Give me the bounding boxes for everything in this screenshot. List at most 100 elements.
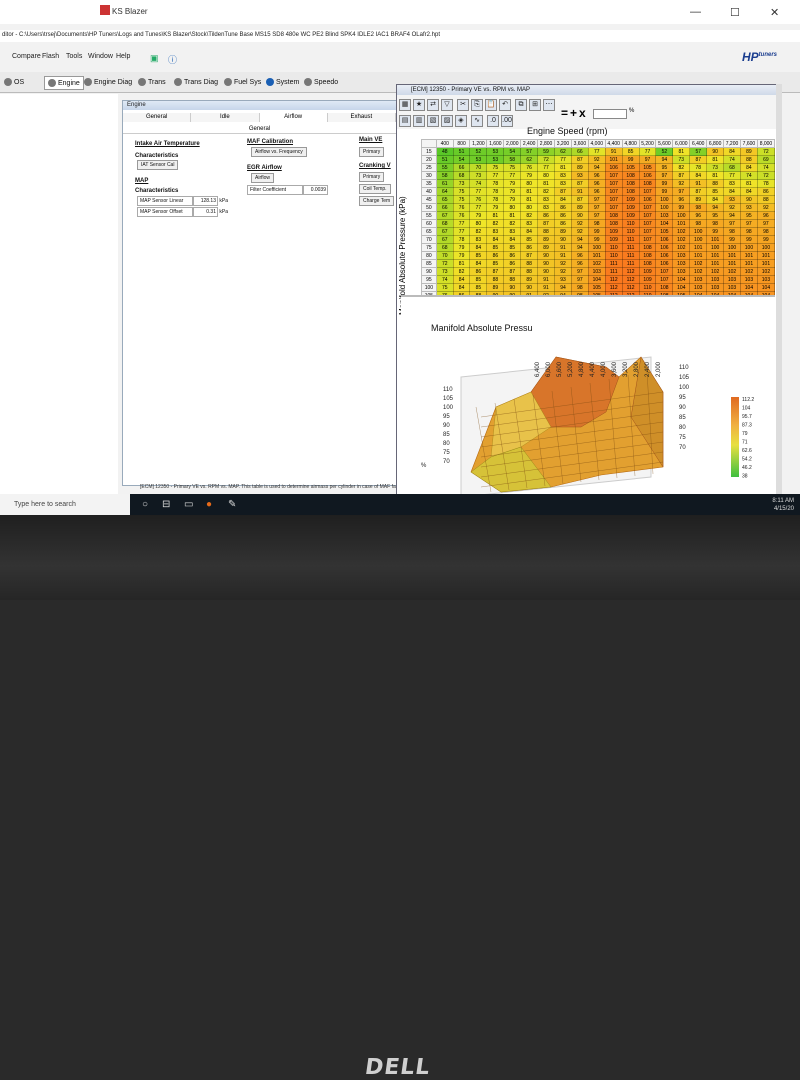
ve-cell[interactable]: 101 (604, 155, 623, 164)
ve-cell[interactable]: 83 (537, 203, 556, 212)
interpolate-icon[interactable]: ⋯ (543, 99, 555, 111)
ve-cell[interactable]: 96 (570, 259, 589, 268)
ve-cell[interactable]: 75 (486, 163, 505, 172)
ve-cell[interactable]: 57 (689, 147, 708, 156)
ve-cell[interactable]: 110 (604, 251, 623, 260)
ve-cell[interactable]: 91 (689, 179, 708, 188)
ve-cell[interactable]: 97 (655, 171, 674, 180)
ve-cell[interactable]: 100 (587, 243, 606, 252)
ve-cell[interactable]: 72 (435, 259, 454, 268)
ve-cell[interactable]: 98 (570, 283, 589, 292)
ve-cell[interactable]: 85 (469, 251, 488, 260)
ve-cell[interactable]: 109 (621, 203, 640, 212)
ve-cell[interactable]: 107 (638, 219, 657, 228)
ve-cell[interactable]: 107 (638, 203, 657, 212)
ve-cell[interactable]: 89 (570, 203, 589, 212)
ve-cell[interactable]: 99 (756, 235, 776, 244)
ve-cell[interactable]: 52 (655, 147, 674, 156)
ve-cell[interactable]: 78 (486, 187, 505, 196)
cranking-primary-button[interactable]: Primary (359, 172, 385, 182)
star-icon[interactable]: ★ (413, 99, 425, 111)
ve-cell[interactable]: 99 (723, 235, 741, 244)
rpm-header[interactable]: 5,600 (655, 139, 674, 148)
ve-cell[interactable]: 100 (689, 235, 708, 244)
ve-cell[interactable]: 108 (638, 179, 657, 188)
ve-cell[interactable]: 57 (520, 147, 539, 156)
ve-cell[interactable]: 82 (452, 267, 471, 276)
rpm-header[interactable]: 1,200 (469, 139, 488, 148)
map-sensor-offset-field[interactable]: MAP Sensor Offset 0.31 kPa (137, 207, 228, 217)
ve-cell[interactable]: 74 (469, 179, 488, 188)
equals-plus-multiply-icon[interactable]: =+x (561, 106, 588, 120)
kpa-header[interactable]: 25 (421, 163, 437, 172)
ve-cell[interactable]: 87 (689, 187, 708, 196)
ve-cell[interactable]: 76 (469, 195, 488, 204)
ve-cell[interactable]: 106 (604, 163, 623, 172)
rpm-header[interactable]: 6,800 (706, 139, 725, 148)
ve-cell[interactable]: 102 (723, 267, 741, 276)
ve-cell[interactable]: 85 (486, 243, 505, 252)
ve-cell[interactable]: 88 (756, 195, 776, 204)
ve-cell[interactable]: 108 (621, 187, 640, 196)
ve-cell[interactable]: 90 (570, 211, 589, 220)
ve-cell[interactable]: 84 (469, 259, 488, 268)
ve-cell[interactable]: 54 (503, 147, 522, 156)
ve-cell[interactable]: 98 (706, 219, 725, 228)
ve-cell[interactable]: 78 (486, 179, 505, 188)
histogram-icon[interactable]: ▧ (427, 115, 439, 127)
menu-help[interactable]: Help (116, 53, 130, 60)
ve-cell[interactable]: 84 (469, 243, 488, 252)
ve-cell[interactable]: 79 (503, 187, 522, 196)
rpm-header[interactable]: 4,800 (621, 139, 640, 148)
ve-cell[interactable]: 84 (503, 235, 522, 244)
ve-cell[interactable]: 66 (452, 163, 471, 172)
ve-cell[interactable]: 77 (723, 171, 741, 180)
modify-value-input[interactable] (593, 109, 627, 119)
ve-cell[interactable]: 111 (604, 259, 623, 268)
ve-cell[interactable]: 62 (554, 147, 572, 156)
ve-cell[interactable]: 83 (503, 227, 522, 236)
ve-cell[interactable]: 107 (655, 267, 674, 276)
ve-cell[interactable]: 104 (756, 283, 776, 292)
ve-cell[interactable]: 101 (723, 259, 741, 268)
ve-cell[interactable]: 107 (604, 171, 623, 180)
ve-cell[interactable]: 81 (706, 155, 725, 164)
ve-cell[interactable]: 94 (723, 211, 741, 220)
ve-cell[interactable]: 103 (672, 267, 691, 276)
iat-sensor-cal-button[interactable]: IAT Sensor Cal (137, 160, 179, 170)
ve-cell[interactable]: 112 (621, 267, 640, 276)
ve-cell[interactable]: 107 (604, 179, 623, 188)
ve-cell[interactable]: 93 (739, 203, 758, 212)
ve-cell[interactable]: 89 (537, 243, 556, 252)
ve-cell[interactable]: 104 (672, 275, 691, 284)
ve-cell[interactable]: 102 (739, 267, 758, 276)
ve-cell[interactable]: 93 (723, 195, 741, 204)
ve-cell[interactable]: 86 (503, 259, 522, 268)
main-ve-primary-button[interactable]: Primary (359, 147, 385, 157)
ve-cell[interactable]: 72 (537, 155, 556, 164)
rpm-header[interactable]: 6,000 (672, 139, 691, 148)
ve-cell[interactable]: 104 (739, 283, 758, 292)
ve-cell[interactable]: 85 (706, 187, 725, 196)
ve-cell[interactable]: 83 (537, 195, 556, 204)
ve-cell[interactable]: 100 (672, 211, 691, 220)
ve-cell[interactable]: 91 (604, 147, 623, 156)
ve-cell[interactable]: 93 (570, 171, 589, 180)
ve-cell[interactable]: 97 (756, 219, 776, 228)
cut-icon[interactable]: ✂ (457, 99, 469, 111)
ve-cell[interactable]: 108 (621, 171, 640, 180)
ve-cell[interactable]: 89 (537, 235, 556, 244)
ve-cell[interactable]: 80 (520, 179, 539, 188)
ve-cell[interactable]: 83 (486, 227, 505, 236)
ve-cell[interactable]: 102 (689, 267, 708, 276)
filter-icon[interactable]: ▽ (441, 99, 453, 111)
taskbar-search[interactable]: Type here to search (0, 494, 130, 515)
ve-cell[interactable]: 78 (486, 195, 505, 204)
kpa-header[interactable]: 100 (421, 283, 437, 292)
ve-cell[interactable]: 77 (554, 155, 572, 164)
ve-cell[interactable]: 97 (672, 187, 691, 196)
ve-cell[interactable]: 105 (638, 163, 657, 172)
toolbar-engine[interactable]: Engine (44, 76, 84, 90)
charge-temp-button[interactable]: Charge Tem (359, 196, 395, 206)
ve-cell[interactable]: 85 (503, 243, 522, 252)
